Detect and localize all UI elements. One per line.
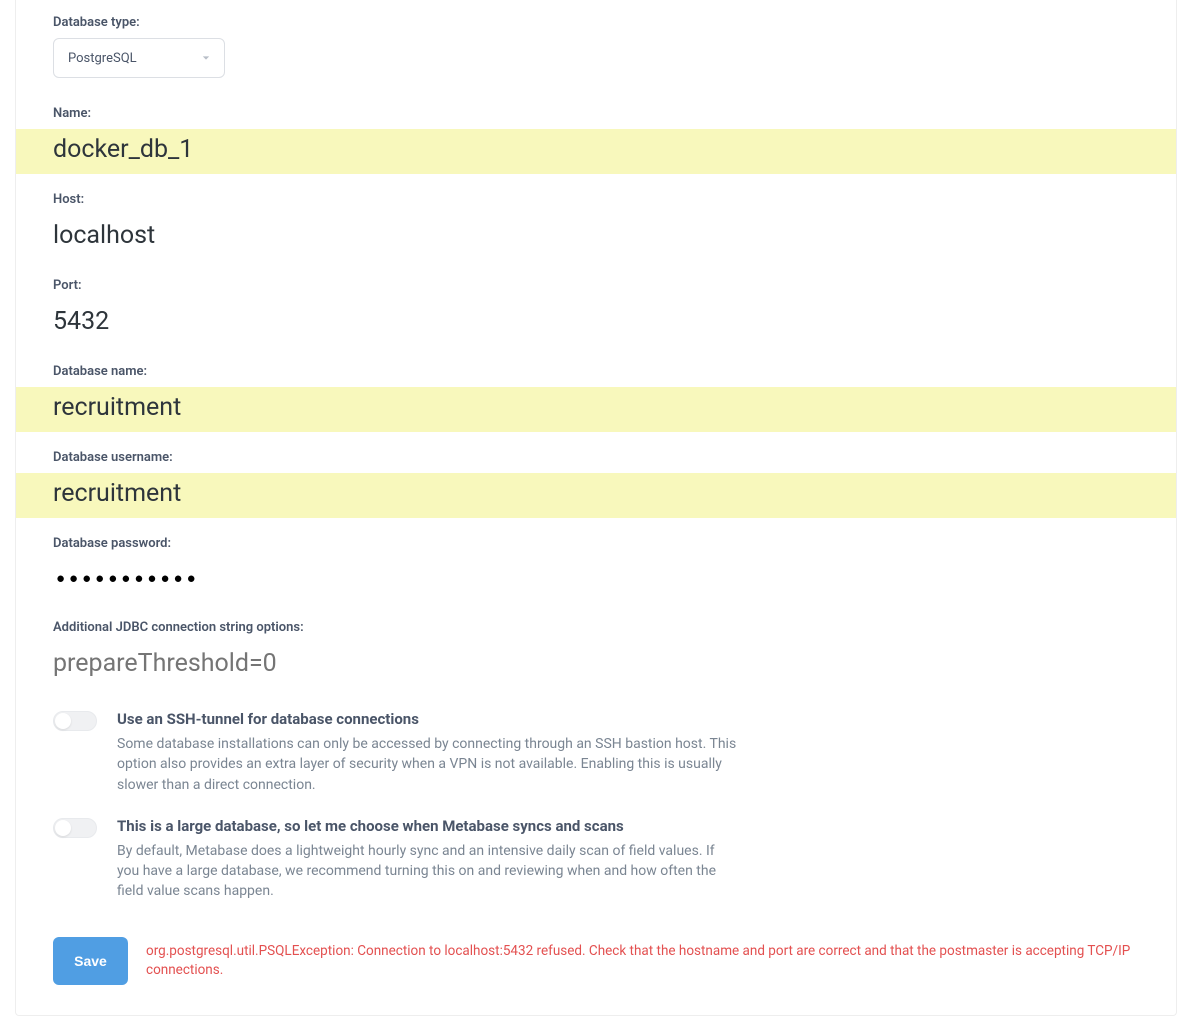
ssh-tunnel-title: Use an SSH-tunnel for database connectio… <box>117 710 737 734</box>
jdbc-input[interactable] <box>16 643 1176 688</box>
large-db-desc: By default, Metabase does a lightweight … <box>117 841 737 902</box>
database-name-input[interactable] <box>16 387 1176 432</box>
database-type-label: Database type: <box>16 0 1176 38</box>
toggle-knob <box>55 820 71 836</box>
ssh-tunnel-toggle[interactable] <box>53 711 97 731</box>
jdbc-label: Additional JDBC connection string option… <box>16 602 1176 643</box>
host-label: Host: <box>16 174 1176 215</box>
error-message: org.postgresql.util.PSQLException: Conne… <box>146 942 1166 980</box>
large-db-toggle[interactable] <box>53 818 97 838</box>
toggle-knob <box>55 713 71 729</box>
name-input[interactable] <box>16 129 1176 174</box>
port-input[interactable] <box>16 301 1176 346</box>
chevron-down-icon <box>202 54 210 62</box>
save-button[interactable]: Save <box>53 937 128 985</box>
password-label: Database password: <box>16 518 1176 559</box>
password-input[interactable]: ●●●●●●●●●●● <box>16 559 1176 602</box>
name-label: Name: <box>16 88 1176 129</box>
username-input[interactable] <box>16 473 1176 518</box>
database-type-value: PostgreSQL <box>68 51 137 66</box>
port-label: Port: <box>16 260 1176 301</box>
ssh-tunnel-desc: Some database installations can only be … <box>117 734 737 795</box>
database-form: Database type: PostgreSQL Name: Host: Po… <box>15 0 1177 1016</box>
large-db-title: This is a large database, so let me choo… <box>117 817 737 841</box>
host-input[interactable] <box>16 215 1176 260</box>
database-type-select[interactable]: PostgreSQL <box>53 38 225 78</box>
database-name-label: Database name: <box>16 346 1176 387</box>
username-label: Database username: <box>16 432 1176 473</box>
